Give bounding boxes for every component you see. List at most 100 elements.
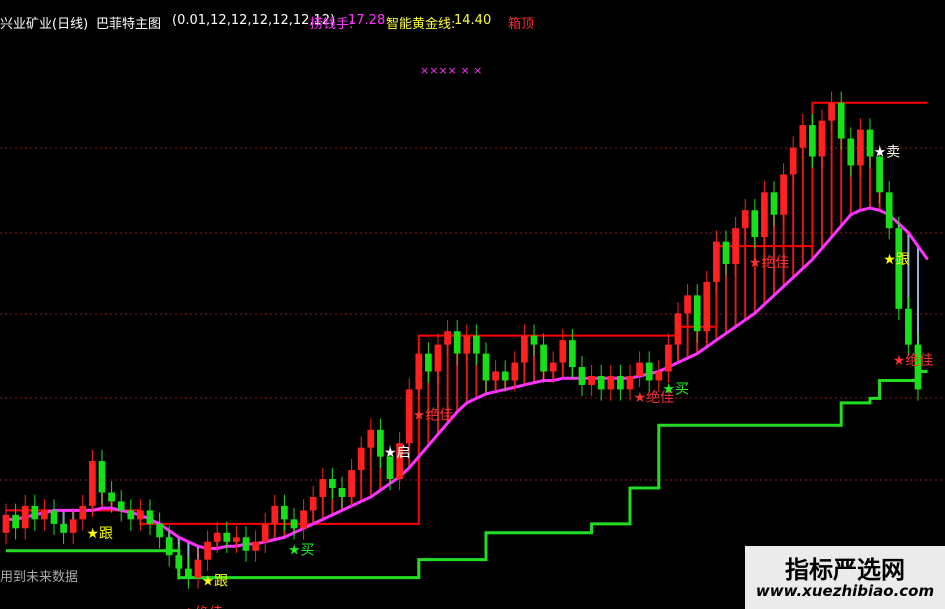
candle (482, 353, 490, 381)
candle (837, 102, 845, 139)
candle (741, 210, 749, 229)
candle (473, 335, 480, 354)
candle (60, 523, 67, 533)
candle (617, 376, 624, 390)
candle (607, 376, 615, 390)
candle (693, 295, 701, 332)
candle (79, 505, 87, 520)
candle (98, 461, 106, 493)
candle (674, 313, 682, 345)
candle (722, 241, 730, 264)
candle (290, 519, 298, 529)
candle (300, 510, 307, 529)
signal-label: ★启 (384, 445, 411, 461)
candle (41, 510, 48, 520)
candle (847, 138, 855, 166)
candle (185, 568, 192, 578)
signal-label: ★跟 (202, 574, 229, 590)
candle (415, 353, 423, 390)
candle (492, 371, 499, 381)
candle (21, 505, 29, 529)
candle (501, 371, 509, 381)
candle (329, 479, 336, 488)
candle (2, 514, 10, 533)
candle (751, 210, 759, 238)
candle (549, 362, 557, 372)
candle (137, 510, 144, 520)
candle (540, 344, 547, 372)
candle (165, 537, 173, 556)
candle (866, 129, 874, 157)
watermark-url: www.xuezhibiao.com (755, 582, 935, 600)
candle (108, 492, 115, 502)
candle (12, 514, 19, 529)
watermark-title: 指标严选网 (785, 556, 905, 584)
signal-label: ★跟 (883, 252, 910, 268)
future-data-note: 用到未来数据 (0, 570, 79, 585)
trend-fill (5, 102, 919, 578)
candle (175, 555, 183, 569)
signal-label: ★卖 (874, 144, 901, 160)
candle (857, 129, 864, 166)
candle (578, 367, 586, 385)
signals: ★跟★绝佳★跟★买★启★绝佳★绝佳★买★绝佳★卖★跟★绝佳 (86, 144, 933, 609)
candle (223, 532, 231, 542)
signal-label: ★绝佳 (413, 407, 454, 423)
candle (319, 479, 327, 497)
candle (348, 470, 355, 497)
candle (521, 335, 528, 363)
candle (146, 510, 154, 524)
candle (905, 308, 912, 345)
candle (444, 331, 451, 345)
candle (281, 505, 288, 520)
candle (559, 340, 567, 363)
candle (511, 362, 519, 381)
candle (309, 496, 317, 511)
candle (645, 362, 653, 381)
candle (89, 461, 96, 506)
candle (271, 505, 279, 524)
candle (367, 429, 375, 448)
candle (780, 174, 787, 215)
candle (732, 228, 739, 264)
candle (434, 344, 442, 372)
candle (50, 510, 58, 524)
candle (156, 523, 163, 538)
signal-label: ★绝佳 (749, 255, 790, 271)
candles (2, 91, 922, 589)
signal-label: ★绝佳 (893, 353, 934, 369)
candle (530, 335, 538, 345)
candle (377, 429, 384, 457)
candle (405, 389, 413, 444)
candle (233, 537, 240, 542)
candle (588, 376, 595, 385)
candle (338, 488, 346, 497)
candle (194, 559, 202, 578)
candle (453, 331, 461, 354)
candle (357, 447, 365, 471)
signal-label: ★跟 (86, 526, 113, 542)
candle (655, 371, 663, 381)
candle (789, 147, 797, 175)
candle (242, 537, 250, 551)
candle (684, 295, 691, 314)
signal-label: ★绝佳 (182, 606, 223, 609)
candle (665, 344, 672, 372)
resistance-line (6, 101, 928, 525)
candle (885, 192, 893, 229)
candle (252, 541, 259, 551)
candle (117, 501, 125, 511)
candle (761, 192, 768, 238)
candle (636, 362, 643, 376)
candle (261, 523, 269, 542)
candle (770, 192, 778, 215)
candle (626, 376, 634, 390)
candle (213, 532, 221, 542)
candle (463, 335, 471, 354)
candle (69, 519, 77, 533)
candle (713, 241, 720, 282)
candle (204, 541, 211, 560)
candle (828, 102, 835, 121)
signal-label: ★买 (662, 382, 689, 398)
candlestick-chart: ★跟★绝佳★跟★买★启★绝佳★绝佳★买★绝佳★卖★跟★绝佳 (0, 91, 945, 609)
